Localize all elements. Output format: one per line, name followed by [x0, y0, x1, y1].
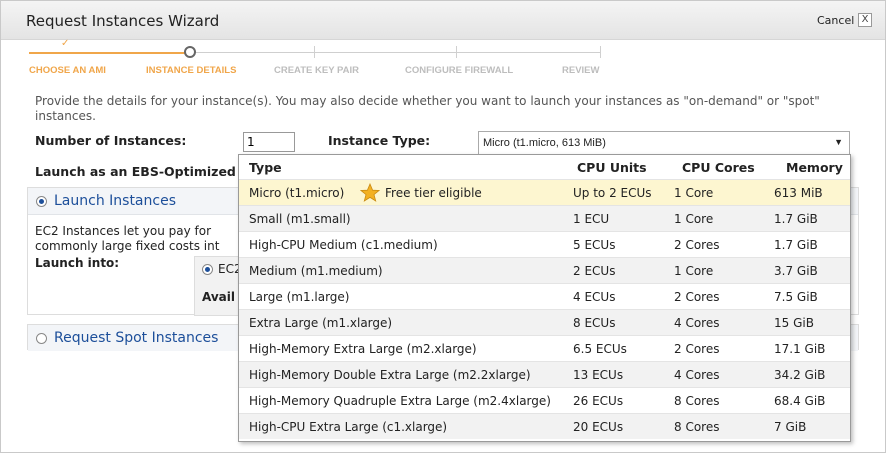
- option-memory: 68.4 GiB: [774, 394, 826, 408]
- option-type: Micro (t1.micro): [249, 186, 345, 200]
- instance-type-dropdown: Type CPU Units CPU Cores Memory Micro (t…: [238, 154, 851, 442]
- option-memory: 613 MiB: [774, 186, 823, 200]
- option-type: Large (m1.large): [249, 290, 350, 304]
- option-cpu-cores: 8 Cores: [674, 420, 720, 434]
- option-cpu-cores: 4 Cores: [674, 368, 720, 382]
- step-divider: [314, 46, 315, 58]
- instance-option-row[interactable]: High-CPU Medium (c1.medium) 5 ECUs 2 Cor…: [239, 231, 850, 257]
- option-cpu-units: 2 ECUs: [573, 264, 616, 278]
- request-spot-radio[interactable]: [36, 333, 47, 344]
- instance-option-row[interactable]: High-Memory Extra Large (m2.xlarge) 6.5 …: [239, 335, 850, 361]
- check-icon: ✓: [61, 38, 70, 49]
- option-cpu-units: 6.5 ECUs: [573, 342, 627, 356]
- close-icon[interactable]: X: [858, 13, 872, 27]
- dropdown-header: Type CPU Units CPU Cores Memory: [239, 155, 850, 179]
- option-cpu-cores: 1 Core: [674, 212, 714, 226]
- step-instance-details: INSTANCE DETAILS: [146, 65, 237, 76]
- option-cpu-cores: 2 Cores: [674, 238, 720, 252]
- launch-description-line1: EC2 Instances let you pay for: [35, 224, 212, 238]
- col-memory-header: Memory: [786, 160, 843, 175]
- option-cpu-cores: 8 Cores: [674, 394, 720, 408]
- instance-option-row[interactable]: Medium (m1.medium) 2 ECUs 1 Core 3.7 GiB: [239, 257, 850, 283]
- instance-option-row[interactable]: High-CPU Extra Large (c1.xlarge) 20 ECUs…: [239, 413, 850, 439]
- instance-type-select[interactable]: Micro (t1.micro, 613 MiB) ▼: [478, 131, 850, 155]
- col-cpu-cores-header: CPU Cores: [682, 160, 755, 175]
- instance-details-description: Provide the details for your instance(s)…: [35, 94, 820, 123]
- num-instances-input[interactable]: [243, 132, 295, 152]
- instance-option-row[interactable]: High-Memory Quadruple Extra Large (m2.4x…: [239, 387, 850, 413]
- col-type-header: Type: [249, 160, 282, 175]
- option-type: High-CPU Medium (c1.medium): [249, 238, 438, 252]
- option-cpu-units: 4 ECUs: [573, 290, 616, 304]
- option-memory: 34.2 GiB: [774, 368, 826, 382]
- launch-instances-title[interactable]: Launch Instances: [54, 193, 176, 209]
- instance-option-row[interactable]: Small (m1.small) 1 ECU 1 Core 1.7 GiB: [239, 205, 850, 231]
- current-step-marker: [184, 46, 196, 58]
- option-cpu-units: 13 ECUs: [573, 368, 624, 382]
- dialog-titlebar: Request Instances Wizard Cancel X: [1, 1, 885, 40]
- launch-into-label: Launch into:: [35, 256, 120, 270]
- option-cpu-units: 8 ECUs: [573, 316, 616, 330]
- option-memory: 7 GiB: [774, 420, 807, 434]
- request-spot-title[interactable]: Request Spot Instances: [54, 330, 218, 346]
- ebs-optimized-label: Launch as an EBS-Optimized in: [35, 164, 254, 179]
- instance-option-row[interactable]: Micro (t1.micro) Free tier eligible Up t…: [239, 179, 850, 205]
- step-review: REVIEW: [562, 65, 600, 76]
- instance-type-selected-value: Micro (t1.micro, 613 MiB): [483, 137, 606, 149]
- ec2-classic-radio[interactable]: [202, 264, 213, 275]
- option-type: Extra Large (m1.xlarge): [249, 316, 393, 330]
- availability-label: Avail: [202, 290, 236, 304]
- option-type: High-Memory Quadruple Extra Large (m2.4x…: [249, 394, 551, 408]
- option-cpu-units: 5 ECUs: [573, 238, 616, 252]
- option-cpu-cores: 2 Cores: [674, 290, 720, 304]
- star-icon: [360, 183, 380, 202]
- step-choose-ami[interactable]: CHOOSE AN AMI: [29, 65, 106, 76]
- free-tier-badge: Free tier eligible: [385, 186, 482, 200]
- option-cpu-cores: 2 Cores: [674, 342, 720, 356]
- option-cpu-units: 20 ECUs: [573, 420, 624, 434]
- option-type: Medium (m1.medium): [249, 264, 383, 278]
- launch-description-line2: commonly large fixed costs int: [35, 239, 220, 253]
- instance-option-row[interactable]: Large (m1.large) 4 ECUs 2 Cores 7.5 GiB: [239, 283, 850, 309]
- option-memory: 1.7 GiB: [774, 238, 818, 252]
- chevron-down-icon: ▼: [834, 137, 843, 147]
- instance-option-row[interactable]: Extra Large (m1.xlarge) 8 ECUs 4 Cores 1…: [239, 309, 850, 335]
- option-type: Small (m1.small): [249, 212, 351, 226]
- launch-instances-radio[interactable]: [36, 196, 47, 207]
- steps-progress: [29, 52, 185, 54]
- request-instances-dialog: Request Instances Wizard Cancel X ✓ CHOO…: [0, 0, 886, 453]
- option-cpu-cores: 1 Core: [674, 264, 714, 278]
- step-create-key-pair: CREATE KEY PAIR: [274, 65, 359, 76]
- option-cpu-units: Up to 2 ECUs: [573, 186, 652, 200]
- option-memory: 3.7 GiB: [774, 264, 818, 278]
- option-cpu-units: 1 ECU: [573, 212, 610, 226]
- option-type: High-Memory Extra Large (m2.xlarge): [249, 342, 477, 356]
- option-cpu-cores: 1 Core: [674, 186, 714, 200]
- instance-option-row[interactable]: High-Memory Double Extra Large (m2.2xlar…: [239, 361, 850, 387]
- step-divider: [456, 46, 457, 58]
- cancel-link[interactable]: Cancel: [817, 14, 854, 27]
- option-cpu-cores: 4 Cores: [674, 316, 720, 330]
- option-type: High-Memory Double Extra Large (m2.2xlar…: [249, 368, 531, 382]
- step-divider: [600, 46, 601, 58]
- option-type: High-CPU Extra Large (c1.xlarge): [249, 420, 448, 434]
- num-instances-label: Number of Instances:: [35, 133, 187, 148]
- col-cpu-units-header: CPU Units: [577, 160, 647, 175]
- step-configure-firewall: CONFIGURE FIREWALL: [405, 65, 514, 76]
- dialog-title: Request Instances Wizard: [26, 12, 220, 30]
- option-memory: 15 GiB: [774, 316, 814, 330]
- option-memory: 7.5 GiB: [774, 290, 818, 304]
- option-memory: 17.1 GiB: [774, 342, 826, 356]
- option-cpu-units: 26 ECUs: [573, 394, 624, 408]
- instance-type-label: Instance Type:: [328, 133, 431, 148]
- option-memory: 1.7 GiB: [774, 212, 818, 226]
